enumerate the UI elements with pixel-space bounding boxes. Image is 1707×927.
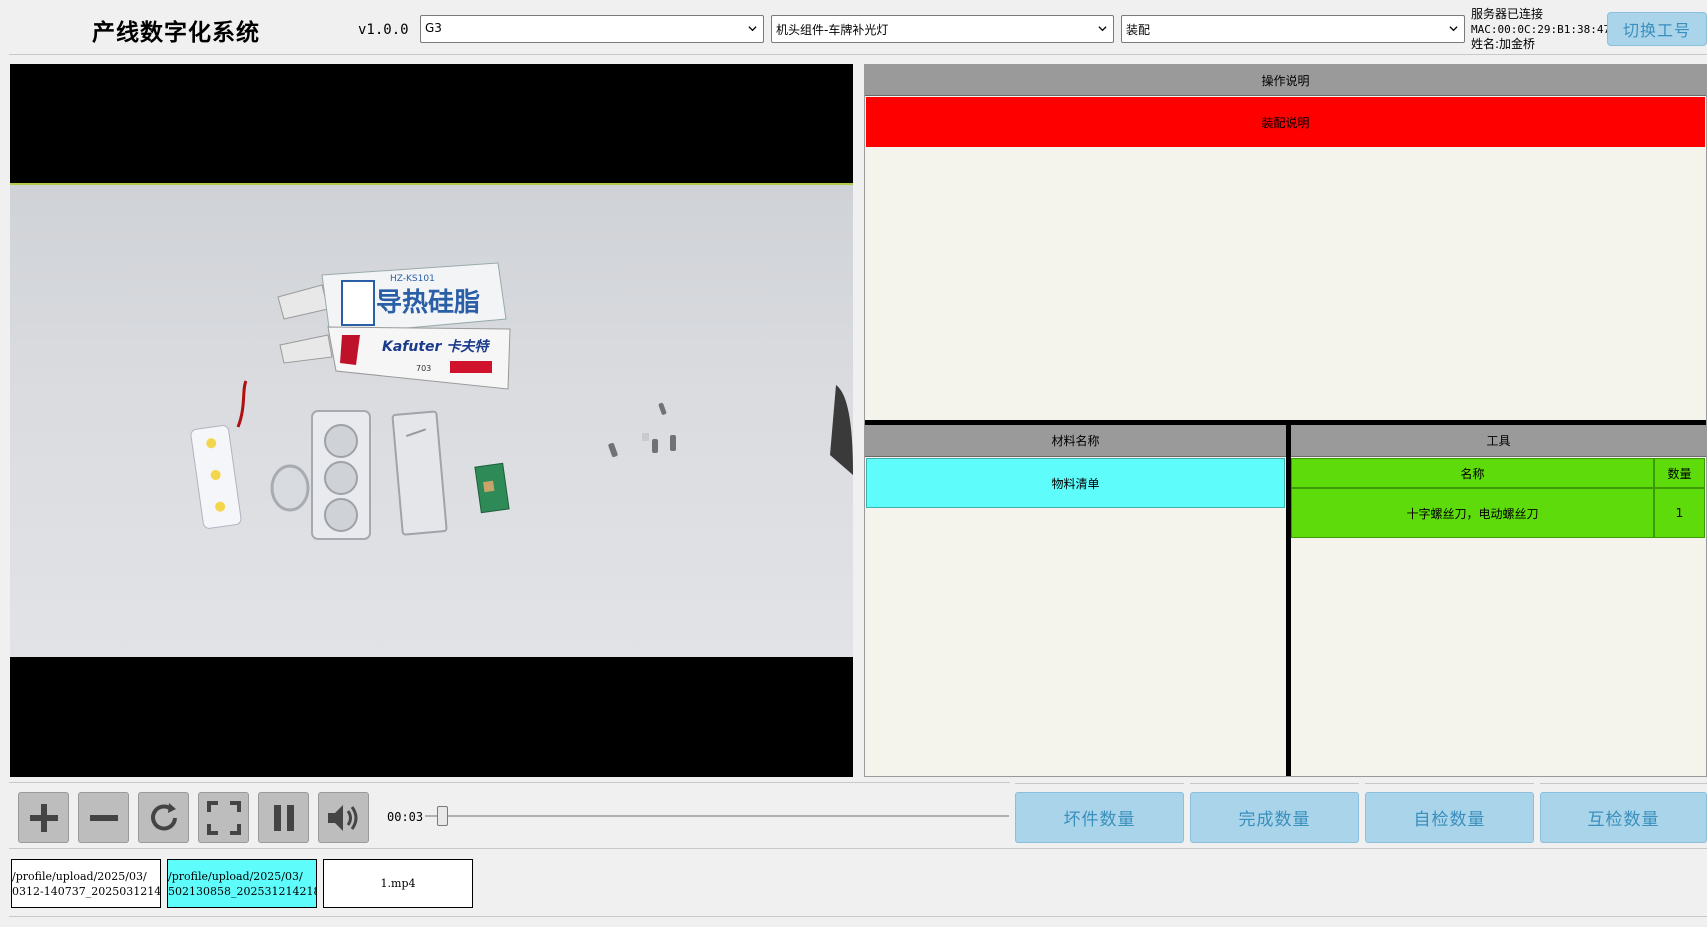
- component-select[interactable]: 机头组件-车牌补光灯: [771, 15, 1114, 43]
- switch-operator-button[interactable]: 切换工号: [1607, 12, 1707, 46]
- file-item[interactable]: 1.mp4: [323, 859, 473, 908]
- count-divider: [1015, 783, 1184, 784]
- tools-col-name: 名称: [1291, 458, 1654, 488]
- reload-button[interactable]: [138, 792, 189, 843]
- operation-header: 操作说明: [865, 65, 1706, 96]
- thermal-grease-tube: 导热硅脂 HZ-KS101: [277, 262, 507, 336]
- info-panel: 操作说明 装配说明 材料名称 物料清单 工具 名称 数量 十字螺丝刀，电动螺丝刀…: [864, 64, 1707, 777]
- led-strip: [190, 425, 242, 529]
- file-path-line2: 0312-140737_2025031214074: [12, 884, 161, 898]
- playback-time: 00:03: [387, 810, 424, 824]
- progress-handle[interactable]: [436, 806, 448, 826]
- plus-icon: [29, 803, 58, 832]
- count-divider: [1540, 783, 1707, 784]
- mac-address: MAC:00:0C:29:B1:38:47: [1471, 23, 1611, 36]
- tube1-label: 导热硅脂: [376, 288, 480, 318]
- app-header: 产线数字化系统 v1.0.0 G3 机头组件-车牌补光灯 装配 服务器已连接 M…: [0, 0, 1707, 56]
- tube1-code: HZ-KS101: [390, 274, 435, 284]
- mutual-check-count-button[interactable]: 互检数量: [1540, 792, 1707, 843]
- screws: [608, 402, 676, 458]
- minus-icon: [89, 814, 118, 821]
- heatsink-plate: [391, 410, 448, 536]
- header-divider: [9, 54, 1707, 55]
- process-select-value: 装配: [1126, 23, 1151, 37]
- video-scene: 导热硅脂 HZ-KS101 Kafuter 卡夫特 703: [190, 262, 853, 540]
- file-name: 1.mp4: [380, 877, 416, 890]
- tools-col-qty: 数量: [1654, 458, 1705, 488]
- pause-icon: [273, 804, 294, 831]
- fullscreen-button[interactable]: [198, 792, 249, 843]
- tools-header: 工具: [1291, 425, 1706, 457]
- zoom-in-button[interactable]: [18, 792, 69, 843]
- fullscreen-icon: [206, 800, 241, 835]
- video-player[interactable]: 导热硅脂 HZ-KS101 Kafuter 卡夫特 703: [10, 64, 853, 777]
- server-status: 服务器已连接: [1471, 7, 1544, 21]
- operation-row[interactable]: 装配说明: [866, 97, 1705, 147]
- file-item[interactable]: /profile/upload/2025/03/ 0312-140737_202…: [11, 859, 161, 908]
- refresh-icon: [150, 802, 177, 830]
- volume-icon: [327, 804, 357, 831]
- pause-button[interactable]: [258, 792, 309, 843]
- zoom-out-button[interactable]: [78, 792, 129, 843]
- version-label: v1.0.0: [358, 22, 409, 38]
- chevron-down-icon: [1449, 26, 1458, 32]
- process-select[interactable]: 装配: [1121, 15, 1465, 43]
- count-divider: [1365, 783, 1534, 784]
- volume-button[interactable]: [318, 792, 369, 843]
- file-path-line1: /profile/upload/2025/03/: [168, 869, 303, 883]
- tool-name-cell[interactable]: 十字螺丝刀，电动螺丝刀: [1291, 488, 1654, 538]
- pcb-board: [474, 462, 510, 514]
- video-frame: 导热硅脂 HZ-KS101 Kafuter 卡夫特 703: [10, 183, 853, 657]
- component-select-value: 机头组件-车牌补光灯: [776, 23, 889, 37]
- progress-track[interactable]: [425, 815, 1009, 817]
- controls-divider: [9, 782, 1010, 783]
- line-select-value: G3: [425, 21, 442, 35]
- chevron-down-icon: [748, 26, 757, 32]
- count-divider: [1190, 783, 1359, 784]
- tube2-brand: Kafuter 卡夫特: [382, 338, 490, 355]
- tube2-code: 703: [416, 364, 431, 373]
- connection-status: 服务器已连接 MAC:00:0C:29:B1:38:47 姓名:加金桥: [1471, 7, 1610, 52]
- adhesive-tube: Kafuter 卡夫特 703: [279, 326, 511, 390]
- materials-header: 材料名称: [865, 425, 1286, 457]
- defect-count-button[interactable]: 坏件数量: [1015, 792, 1184, 843]
- file-item-selected[interactable]: /profile/upload/2025/03/ 502130858_20253…: [167, 859, 317, 908]
- app-title: 产线数字化系统: [92, 20, 260, 46]
- chevron-down-icon: [1098, 26, 1107, 32]
- file-path-line2: 502130858_202531214218_20: [168, 884, 316, 898]
- material-row[interactable]: 物料清单: [866, 458, 1285, 508]
- operator-name: 姓名:加金桥: [1471, 37, 1536, 51]
- line-select[interactable]: G3: [420, 15, 764, 43]
- tool-qty-cell[interactable]: 1: [1654, 488, 1705, 538]
- lens-housing: [311, 410, 371, 540]
- self-check-count-button[interactable]: 自检数量: [1365, 792, 1534, 843]
- completed-count-button[interactable]: 完成数量: [1190, 792, 1359, 843]
- file-path-line1: /profile/upload/2025/03/: [12, 869, 147, 883]
